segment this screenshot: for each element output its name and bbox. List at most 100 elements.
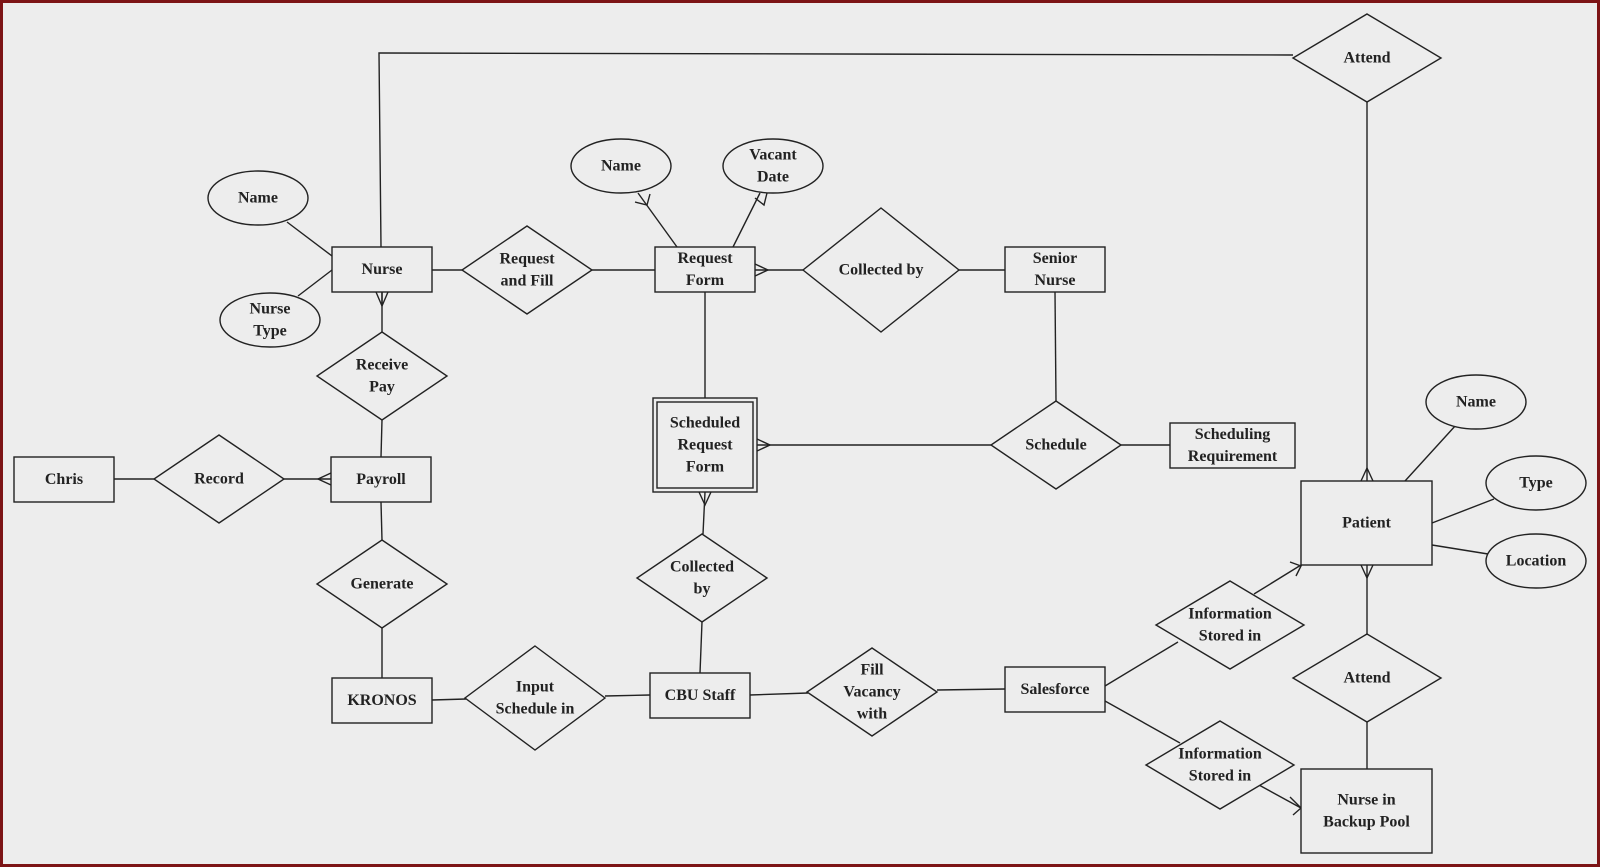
connector-nurse-attend — [378, 52, 1294, 248]
crows-foot-rf-vacant — [754, 192, 768, 207]
relationship-info-stored-upper-label: Information — [1188, 606, 1272, 623]
entity-patient-label: Patient — [1342, 515, 1392, 532]
relationship-collected-by-bottom[interactable]: Collected by — [635, 533, 769, 623]
relationship-attend-top-label: Attend — [1343, 50, 1390, 67]
entity-request-form[interactable]: Request Form — [654, 246, 756, 293]
relationship-fill-vacancy-with-label: with — [857, 706, 887, 723]
attribute-patient-name-label: Name — [1456, 394, 1496, 411]
attribute-nurse-name-label: Name — [238, 190, 278, 207]
relationship-info-stored-upper[interactable]: Information Stored in — [1154, 580, 1306, 670]
relationship-diamond — [463, 645, 607, 751]
connector-patient-name — [1404, 424, 1457, 482]
relationship-record-label: Record — [194, 471, 244, 488]
entity-kronos-label: KRONOS — [347, 692, 416, 709]
connector-patient-location — [1431, 544, 1489, 555]
entity-scheduling-requirement[interactable]: Scheduling Requirement — [1169, 422, 1296, 469]
relationship-diamond — [315, 331, 449, 421]
relationship-attend-top[interactable]: Attend — [1291, 13, 1443, 103]
entity-salesforce[interactable]: Salesforce — [1004, 666, 1106, 713]
relationship-input-schedule-in-label: Input — [516, 679, 555, 696]
er-diagram: Nurse Request Form Senior Nurse Payroll Chris K… — [13, 13, 1587, 854]
attribute-patient-type[interactable]: Type — [1485, 455, 1587, 511]
connector-cbu-fill — [749, 692, 809, 696]
relationship-generate-label: Generate — [350, 576, 413, 593]
connector-kronos-input — [431, 698, 467, 701]
entity-request-form-label: Request — [677, 250, 733, 267]
relationship-input-schedule-in[interactable]: Input Schedule in — [463, 645, 607, 751]
entity-scheduling-requirement-label: Requirement — [1188, 448, 1278, 465]
relationship-input-schedule-in-label: Schedule in — [496, 701, 575, 718]
attribute-patient-location-label: Location — [1506, 553, 1567, 570]
relationship-receive-pay-label: Pay — [369, 379, 395, 396]
relationship-collected-by-top-label: Collected by — [839, 262, 924, 279]
relationship-fill-vacancy-with[interactable]: Fill Vacancy with — [805, 647, 939, 737]
entity-scheduled-request-form-label: Scheduled — [670, 415, 740, 432]
connector-fill-salesforce — [936, 688, 1006, 691]
connector-info-upper-patient — [1253, 564, 1302, 595]
attribute-rf-vacant-date[interactable]: Vacant Date — [722, 138, 824, 194]
attribute-rf-name-label: Name — [601, 158, 641, 175]
connector-collectedby-cbu — [699, 621, 703, 674]
entity-patient[interactable]: Patient — [1300, 480, 1433, 566]
relationship-fill-vacancy-with-label: Vacancy — [843, 684, 900, 701]
connector-salesforce-info-upper — [1104, 641, 1179, 687]
attribute-patient-name[interactable]: Name — [1425, 374, 1527, 430]
entity-nurse-backup-pool-label: Backup Pool — [1323, 814, 1410, 831]
relationship-info-stored-lower-label: Stored in — [1189, 768, 1251, 785]
relationship-info-stored-upper-label: Stored in — [1199, 628, 1261, 645]
relationship-diamond — [460, 225, 594, 315]
connector-srf-collectedby — [702, 491, 706, 535]
entity-senior-nurse-label: Nurse — [1035, 272, 1076, 289]
relationship-receive-pay[interactable]: Receive Pay — [315, 331, 449, 421]
connector-payroll-generate — [380, 501, 383, 541]
relationship-schedule[interactable]: Schedule — [989, 400, 1123, 490]
relationship-collected-by-bottom-label: Collected — [670, 559, 734, 576]
relationship-diamond — [635, 533, 769, 623]
relationship-generate[interactable]: Generate — [315, 539, 449, 629]
attribute-patient-type-label: Type — [1519, 475, 1552, 492]
entity-scheduled-request-form[interactable]: Scheduled Request Form — [652, 397, 758, 493]
entity-kronos[interactable]: KRONOS — [331, 677, 433, 724]
relationship-diamond — [1144, 720, 1296, 810]
entity-nurse-backup-pool[interactable]: Nurse in Backup Pool — [1300, 768, 1433, 854]
attribute-nurse-type-label: Type — [253, 323, 286, 340]
attribute-rf-vacant-date-label: Vacant — [749, 147, 797, 164]
relationship-collected-by-top[interactable]: Collected by — [801, 207, 961, 333]
entity-senior-nurse-label: Senior — [1033, 250, 1077, 267]
entity-nurse-backup-pool-label: Nurse in — [1337, 792, 1395, 809]
entity-nurse-label: Nurse — [362, 261, 403, 278]
relationship-attend-bottom-label: Attend — [1343, 670, 1390, 687]
crows-foot-nurse-bottom — [375, 291, 389, 308]
entity-salesforce-label: Salesforce — [1020, 681, 1089, 698]
entity-request-form-label: Form — [686, 272, 725, 289]
connector-receivepay-payroll — [380, 419, 383, 458]
relationship-collected-by-bottom-label: by — [694, 581, 711, 598]
entity-cbu-staff[interactable]: CBU Staff — [649, 672, 751, 719]
attribute-rf-name[interactable]: Name — [570, 138, 672, 194]
entity-payroll[interactable]: Payroll — [330, 456, 432, 503]
relationship-attend-bottom[interactable]: Attend — [1291, 633, 1443, 723]
entity-chris[interactable]: Chris — [13, 456, 115, 503]
relationship-record[interactable]: Record — [152, 434, 286, 524]
entity-nurse[interactable]: Nurse — [331, 246, 433, 293]
entity-cbu-staff-label: CBU Staff — [665, 687, 736, 704]
relationship-diamond — [1154, 580, 1306, 670]
relationship-info-stored-lower[interactable]: Information Stored in — [1144, 720, 1296, 810]
entity-senior-nurse[interactable]: Senior Nurse — [1004, 246, 1106, 293]
attribute-nurse-type-label: Nurse — [250, 301, 291, 318]
connector-salesforce-info-lower — [1104, 700, 1181, 744]
attribute-patient-location[interactable]: Location — [1485, 533, 1587, 589]
relationship-request-and-fill-label: and Fill — [501, 273, 554, 290]
entity-payroll-label: Payroll — [356, 471, 406, 488]
relationship-request-and-fill[interactable]: Request and Fill — [460, 225, 594, 315]
connector-nurse-type — [297, 269, 333, 297]
entity-scheduled-request-form-label: Form — [686, 459, 725, 476]
connector-nurse-name — [286, 221, 333, 257]
attribute-nurse-name[interactable]: Name — [207, 170, 309, 226]
relationship-info-stored-lower-label: Information — [1178, 746, 1262, 763]
er-diagram-canvas: Nurse Request Form Senior Nurse Payroll Chris K… — [3, 3, 1597, 864]
connector-info-lower-backup — [1258, 784, 1302, 809]
entity-scheduled-request-form-label: Request — [677, 437, 733, 454]
attribute-nurse-type[interactable]: Nurse Type — [219, 292, 321, 348]
connector-patient-type — [1431, 498, 1495, 524]
